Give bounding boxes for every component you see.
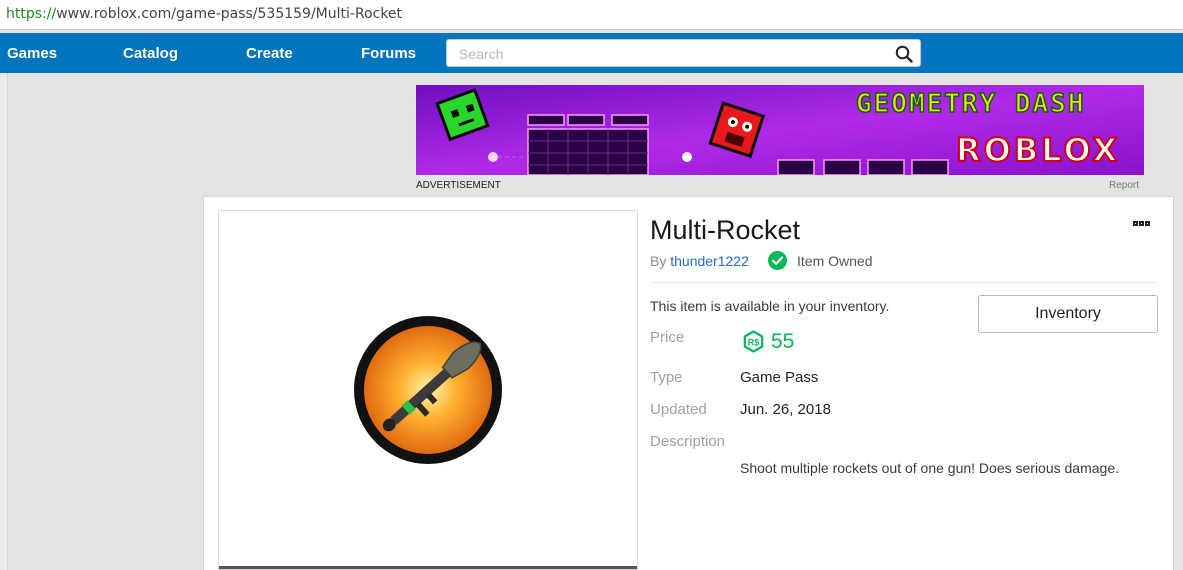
item-owned-text: Item Owned: [797, 253, 873, 269]
search-icon[interactable]: [894, 44, 914, 64]
search-box[interactable]: [446, 39, 921, 67]
ad-report-link[interactable]: Report: [1109, 180, 1139, 191]
nav-forums-link[interactable]: Forums: [361, 45, 416, 62]
search-input[interactable]: [459, 44, 879, 64]
updated-value: Jun. 26, 2018: [740, 401, 831, 418]
inventory-button[interactable]: Inventory: [978, 295, 1158, 333]
ad-roblox-logo: ROBLOX: [955, 130, 1121, 170]
item-thumbnail: [218, 210, 638, 570]
ad-banner[interactable]: GEOMETRY DASH ROBLOX: [416, 85, 1144, 175]
svg-text:R$: R$: [748, 338, 760, 348]
item-title: Multi-Rocket: [650, 215, 801, 245]
nav-games-link[interactable]: Games: [7, 45, 57, 62]
nav-create-link[interactable]: Create: [246, 45, 293, 62]
url-path: www.roblox.com/game-pass/535159/Multi-Ro…: [56, 6, 403, 22]
top-navigation: Games Catalog Create Forums: [0, 33, 1183, 73]
description-label: Description: [650, 433, 726, 450]
robux-icon: R$: [743, 330, 764, 353]
type-value: Game Pass: [740, 369, 819, 386]
checkmark-circle-icon: [768, 251, 787, 270]
description-text: Shoot multiple rockets out of one gun! D…: [740, 460, 1119, 476]
title-divider: [650, 282, 1158, 283]
availability-text: This item is available in your inventory…: [650, 298, 890, 314]
rocket-launcher-icon: [354, 316, 502, 464]
more-options-icon[interactable]: [1133, 213, 1161, 227]
address-bar[interactable]: https://www.roblox.com/game-pass/535159/…: [0, 0, 1183, 30]
price-amount: 55: [771, 330, 795, 353]
updated-label: Updated: [650, 401, 707, 418]
url-text[interactable]: https://www.roblox.com/game-pass/535159/…: [6, 6, 402, 22]
thumbnail-bottom-bar: [219, 566, 637, 569]
creator-link[interactable]: thunder1222: [670, 253, 749, 269]
ad-label: ADVERTISEMENT: [416, 180, 501, 191]
nav-catalog-link[interactable]: Catalog: [123, 45, 178, 62]
ad-headline: GEOMETRY DASH: [855, 88, 1086, 120]
url-scheme: https://: [6, 6, 57, 22]
price-label: Price: [650, 329, 685, 346]
creator-byline: By thunder1222: [650, 253, 749, 269]
left-gutter: [0, 73, 8, 570]
by-prefix: By: [650, 253, 667, 269]
type-label: Type: [650, 369, 683, 386]
